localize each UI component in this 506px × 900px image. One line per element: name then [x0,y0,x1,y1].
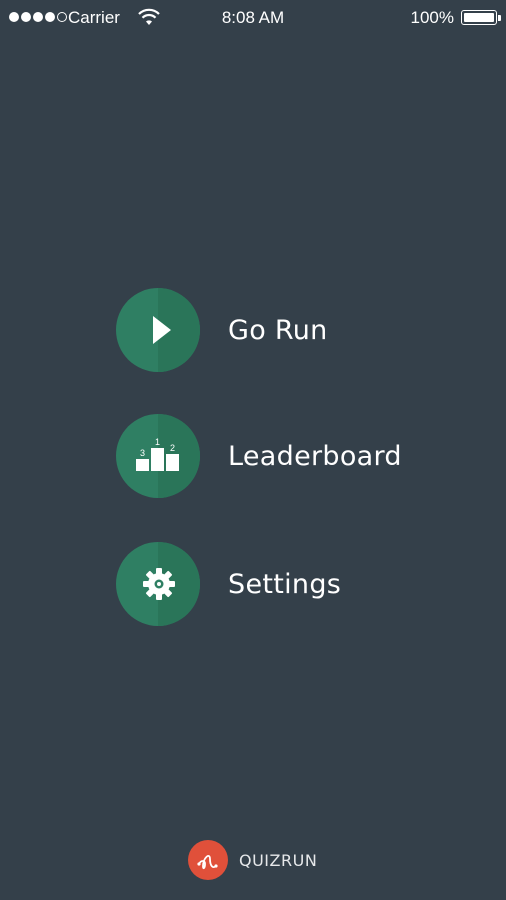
app-name: QUIZRUN [239,850,318,870]
go-run-label[interactable]: Go Run [228,315,328,346]
leaderboard-circle[interactable]: 3 1 2 [116,414,200,498]
status-bar: Carrier 8:08 AM 100% [0,0,506,36]
podium-second-number: 2 [170,443,175,453]
app-logo [188,840,228,880]
battery-percentage: 100% [410,8,454,27]
podium-first-number: 1 [155,437,160,447]
play-icon [153,316,171,344]
podium-third-number: 3 [140,448,145,458]
app-brand: QUIZRUN [188,840,317,880]
leaderboard-button[interactable]: 3 1 2 Leaderboard [116,413,402,499]
settings-label[interactable]: Settings [228,569,341,600]
gear-icon [143,568,175,600]
leaderboard-label[interactable]: Leaderboard [228,441,402,472]
settings-button[interactable]: Settings [116,541,341,627]
go-run-circle[interactable] [116,288,200,372]
podium-icon: 3 1 2 [136,437,179,471]
route-icon [197,855,218,870]
settings-circle[interactable] [116,542,200,626]
go-run-button[interactable]: Go Run [116,287,328,373]
battery-icon [461,10,497,25]
